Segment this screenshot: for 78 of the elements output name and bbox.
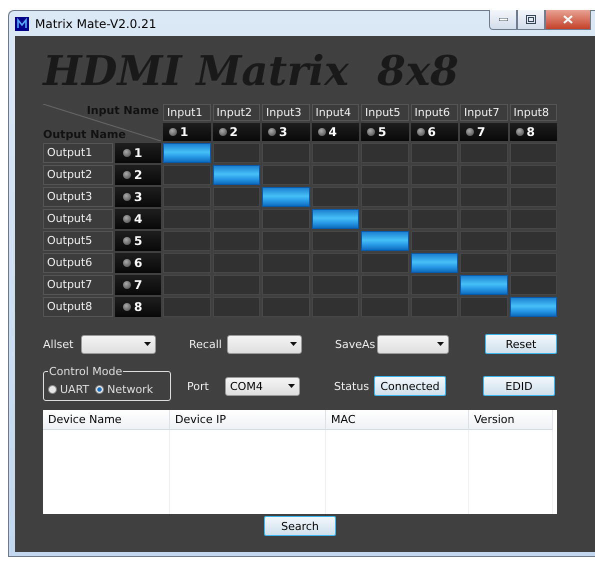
input-name: Input7 — [460, 104, 508, 121]
reset-button[interactable]: Reset — [485, 334, 557, 354]
output-number-button[interactable]: 3 — [115, 187, 161, 207]
radio-dot[interactable] — [48, 384, 57, 394]
input-name: Input2 — [212, 104, 260, 121]
maximize-button[interactable] — [517, 10, 545, 30]
route-switch[interactable] — [510, 275, 557, 295]
route-switch[interactable] — [312, 187, 359, 207]
minimize-icon — [498, 18, 508, 21]
status-display: Connected — [374, 376, 446, 396]
close-button[interactable] — [545, 10, 591, 30]
port-label: Port — [187, 380, 210, 392]
search-button[interactable]: Search — [264, 516, 336, 536]
route-switch-on[interactable] — [361, 231, 408, 251]
close-icon — [563, 15, 573, 24]
mode-radio[interactable]: Network — [95, 382, 154, 396]
output-number-button[interactable]: 6 — [115, 253, 161, 273]
input-number-button[interactable]: 4 — [312, 123, 359, 141]
input-number-button[interactable]: 3 — [262, 123, 310, 141]
route-switch-on[interactable] — [410, 253, 458, 273]
caret-icon — [290, 342, 297, 346]
route-switch-on[interactable] — [312, 209, 359, 229]
saveas-dropdown[interactable] — [377, 334, 449, 354]
output-number-button[interactable]: 1 — [115, 143, 161, 163]
status-label: Status — [334, 380, 370, 392]
allset-label: Allset — [43, 338, 74, 350]
input-number-button[interactable]: 1 — [163, 123, 210, 141]
route-switch-on[interactable] — [460, 275, 508, 295]
column-header[interactable]: Device IP — [170, 410, 326, 430]
input-name: Input6 — [410, 104, 458, 121]
output-name: Output5 — [43, 231, 113, 251]
input-number-button[interactable]: 7 — [460, 123, 508, 141]
input-number-button[interactable]: 8 — [510, 123, 557, 141]
mode-radio[interactable]: UART — [48, 382, 90, 396]
column-header[interactable]: MAC — [326, 410, 469, 430]
route-switch[interactable] — [410, 231, 458, 251]
output-number-button[interactable]: 4 — [115, 209, 161, 229]
input-name: Input3 — [262, 104, 310, 121]
output-name: Output8 — [43, 297, 113, 317]
output-name: Output2 — [43, 165, 113, 185]
output-number-button[interactable]: 8 — [115, 297, 161, 317]
input-number-button[interactable]: 6 — [410, 123, 458, 141]
output-name: Output1 — [43, 143, 113, 163]
window-title: Matrix Mate-V2.0.21 — [35, 16, 156, 30]
caret-icon — [437, 342, 444, 346]
recall-dropdown[interactable] — [227, 334, 302, 354]
input-name: Input4 — [312, 104, 359, 121]
output-name: Output3 — [43, 187, 113, 207]
input-number-button[interactable]: 2 — [212, 123, 260, 141]
output-number-button[interactable]: 5 — [115, 231, 161, 251]
maximize-icon — [526, 15, 536, 24]
output-name: Output6 — [43, 253, 113, 273]
route-switch-on[interactable] — [510, 297, 557, 317]
input-name: Input5 — [361, 104, 408, 121]
column-header[interactable]: Version — [469, 410, 553, 430]
route-switch[interactable] — [212, 143, 260, 163]
input-name: Input8 — [510, 104, 557, 121]
minimize-button[interactable] — [489, 10, 517, 30]
radio-dot[interactable] — [95, 384, 104, 394]
recall-label: Recall — [189, 338, 223, 350]
route-switch-on[interactable] — [163, 143, 210, 163]
input-number-button[interactable]: 5 — [361, 123, 408, 141]
route-switch-on[interactable] — [262, 187, 310, 207]
column-header[interactable]: Device Name — [43, 410, 170, 430]
output-number-button[interactable]: 2 — [115, 165, 161, 185]
output-number-button[interactable]: 7 — [115, 275, 161, 295]
app-logo-icon — [15, 16, 29, 30]
saveas-label: SaveAs — [335, 338, 376, 350]
output-name: Output4 — [43, 209, 113, 229]
edid-button[interactable]: EDID — [483, 376, 555, 396]
caret-icon — [144, 342, 151, 346]
output-name: Output7 — [43, 275, 113, 295]
input-name: Input1 — [163, 104, 210, 121]
allset-dropdown[interactable] — [81, 334, 156, 354]
port-dropdown[interactable]: COM4 — [225, 376, 300, 396]
caret-icon — [288, 384, 295, 388]
control-mode-label: Control Mode — [48, 365, 124, 378]
route-switch-on[interactable] — [212, 165, 260, 185]
